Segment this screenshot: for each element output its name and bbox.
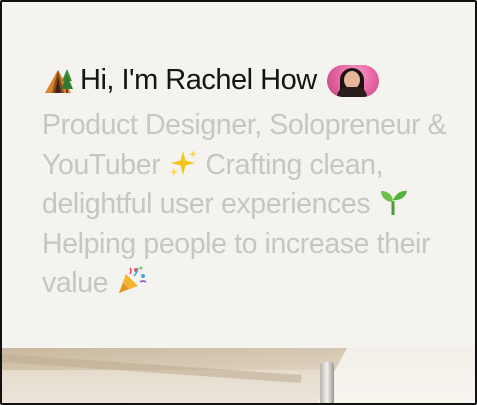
page-title: Hi, I'm Rachel How [42,64,379,97]
bio-line-5: value [42,264,472,304]
camping-tent-icon [45,68,73,93]
party-popper-icon [118,266,147,293]
intro-section: Hi, I'm Rachel How Product Designer, Sol… [2,2,475,348]
hero-photo [2,348,475,403]
bio-line-1: Product Designer, Solopreneur & [42,109,447,141]
bio-crafting-text: Crafting clean, [205,148,384,181]
bio-line-3: delightful user experiences [42,185,472,225]
bio-youtuber-text: YouTuber [42,148,161,181]
bio-line-2: YouTuber Crafting clean, [42,146,472,186]
greeting-text: Hi, I'm Rachel How [80,64,317,96]
sparkles-icon [169,149,197,176]
bio-paragraph: Product Designer, Solopreneur & YouTuber… [42,106,472,304]
lamp-fixture [320,362,334,403]
page-frame: Hi, I'm Rachel How Product Designer, Sol… [0,0,477,405]
seedling-icon [380,190,407,215]
profile-avatar [326,64,379,97]
bio-line-4: Helping people to increase their [42,227,431,260]
bio-value-text: value [42,267,109,299]
bio-experiences-text: delightful user experiences [42,188,371,220]
